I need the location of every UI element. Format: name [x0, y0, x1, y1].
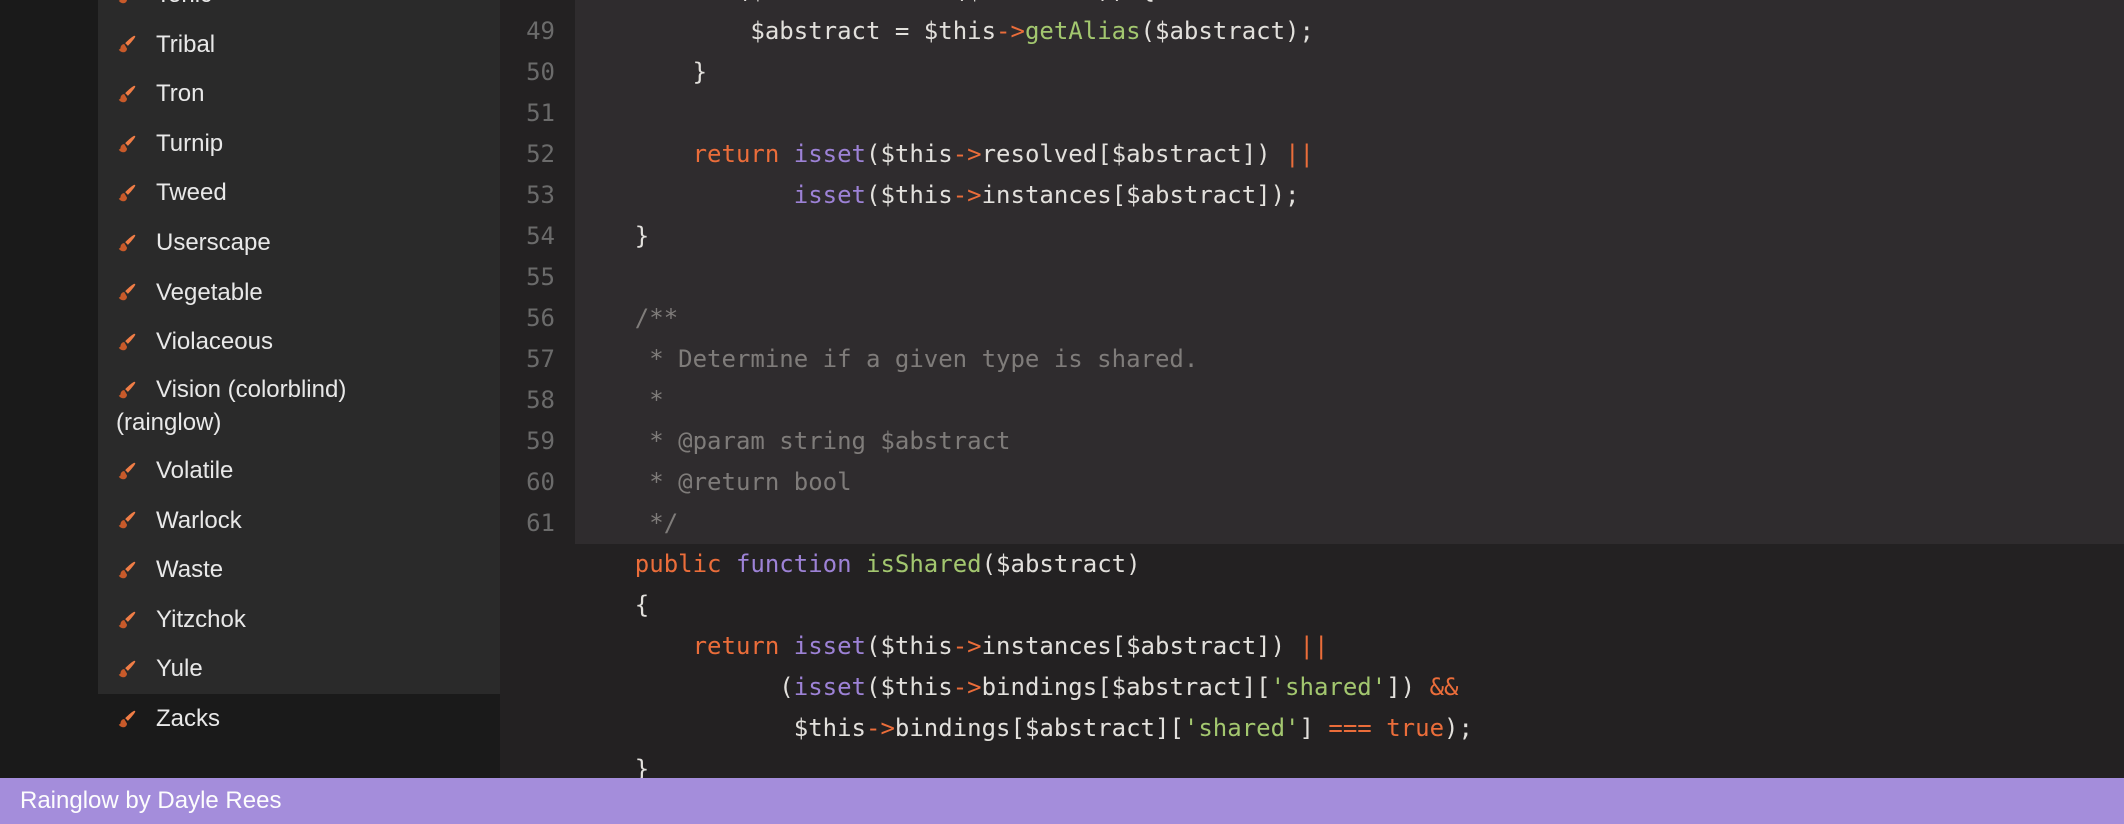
theme-label: Warlock: [156, 504, 242, 538]
gutter-line: 59: [500, 421, 555, 462]
theme-label: Volatile: [156, 454, 233, 488]
theme-item[interactable]: Turnip: [98, 119, 500, 169]
code-line[interactable]: return isset($this->instances[$abstract]…: [575, 626, 2124, 667]
theme-label: Waste: [156, 553, 223, 587]
theme-item[interactable]: Tweed: [98, 168, 500, 218]
code-line[interactable]: [575, 257, 2124, 298]
gutter-line: 58: [500, 380, 555, 421]
gutter-line: [500, 708, 555, 749]
code-line[interactable]: }: [575, 52, 2124, 93]
gutter-line: [500, 667, 555, 708]
theme-item[interactable]: Vision (colorblind)(rainglow): [98, 367, 500, 446]
code-line[interactable]: */: [575, 503, 2124, 544]
theme-label: Tron: [156, 77, 204, 111]
code-line[interactable]: }: [575, 749, 2124, 778]
code-line[interactable]: * @return bool: [575, 462, 2124, 503]
theme-label: Userscape: [156, 226, 271, 260]
code-line[interactable]: $abstract = $this->getAlias($abstract);: [575, 11, 2124, 52]
code-line[interactable]: return isset($this->resolved[$abstract])…: [575, 134, 2124, 175]
theme-item[interactable]: Yitzchok: [98, 595, 500, 645]
gutter-line: 57: [500, 339, 555, 380]
paintbrush-icon: [116, 658, 138, 680]
theme-label: Violaceous: [156, 325, 273, 359]
paintbrush-icon: [116, 559, 138, 581]
line-gutter: 4849505152535455565758596061: [500, 0, 575, 778]
gutter-line: [500, 544, 555, 585]
code-line[interactable]: * @param string $abstract: [575, 421, 2124, 462]
gutter-line: 61: [500, 503, 555, 544]
theme-item[interactable]: Yule: [98, 644, 500, 694]
theme-label: Vision (colorblind): [156, 373, 346, 407]
code-area[interactable]: if ($this->isAlias($abstract)) { $abstra…: [575, 0, 2124, 778]
gutter-line: 55: [500, 257, 555, 298]
theme-label: Yule: [156, 652, 203, 686]
status-bar: Rainglow by Dayle Rees: [0, 778, 2124, 824]
paintbrush-icon: [116, 609, 138, 631]
paintbrush-icon: [116, 460, 138, 482]
code-line[interactable]: {: [575, 585, 2124, 626]
paintbrush-icon: [116, 182, 138, 204]
status-text: Rainglow by Dayle Rees: [20, 787, 281, 815]
paintbrush-icon: [116, 33, 138, 55]
app-root: Tonic Tribal Tron Turnip Tweed Userscape Veget…: [0, 0, 2124, 824]
theme-item[interactable]: Tron: [98, 69, 500, 119]
theme-label: Tweed: [156, 176, 227, 210]
theme-item[interactable]: Zacks: [98, 694, 500, 744]
paintbrush-icon: [116, 379, 138, 401]
theme-item[interactable]: Volatile: [98, 446, 500, 496]
main: Tonic Tribal Tron Turnip Tweed Userscape Veget…: [0, 0, 2124, 778]
gutter-line: 51: [500, 93, 555, 134]
gutter-line: 56: [500, 298, 555, 339]
gutter-line: 49: [500, 11, 555, 52]
gutter-line: 60: [500, 462, 555, 503]
paintbrush-icon: [116, 83, 138, 105]
theme-label: Tonic: [156, 0, 212, 12]
theme-item[interactable]: Userscape: [98, 218, 500, 268]
theme-sublabel: (rainglow): [116, 406, 482, 440]
code-line[interactable]: $this->bindings[$abstract]['shared'] ===…: [575, 708, 2124, 749]
code-line[interactable]: * Determine if a given type is shared.: [575, 339, 2124, 380]
gutter-line: [500, 626, 555, 667]
gutter-line: 53: [500, 175, 555, 216]
sidebar-spacer: [98, 744, 500, 779]
gutter-line: 52: [500, 134, 555, 175]
theme-item[interactable]: Violaceous: [98, 317, 500, 367]
paintbrush-icon: [116, 133, 138, 155]
code-line[interactable]: [575, 93, 2124, 134]
gutter-line: 50: [500, 52, 555, 93]
theme-label: Turnip: [156, 127, 223, 161]
code-line[interactable]: (isset($this->bindings[$abstract]['share…: [575, 667, 2124, 708]
code-line[interactable]: if ($this->isAlias($abstract)) {: [575, 0, 2124, 11]
paintbrush-icon: [116, 281, 138, 303]
theme-sidebar[interactable]: Tonic Tribal Tron Turnip Tweed Userscape Veget…: [0, 0, 500, 778]
code-line[interactable]: public function isShared($abstract): [575, 544, 2124, 585]
theme-label: Yitzchok: [156, 603, 246, 637]
theme-item[interactable]: Tonic: [98, 0, 500, 20]
gutter-line: 48: [500, 0, 555, 11]
theme-list: Tonic Tribal Tron Turnip Tweed Userscape Veget…: [98, 0, 500, 744]
paintbrush-icon: [116, 509, 138, 531]
code-line[interactable]: *: [575, 380, 2124, 421]
theme-item[interactable]: Warlock: [98, 496, 500, 546]
code-line[interactable]: isset($this->instances[$abstract]);: [575, 175, 2124, 216]
paintbrush-icon: [116, 331, 138, 353]
theme-label: Tribal: [156, 28, 215, 62]
theme-item[interactable]: Tribal: [98, 20, 500, 70]
gutter-line: [500, 585, 555, 626]
theme-label: Zacks: [156, 702, 220, 736]
theme-item[interactable]: Vegetable: [98, 268, 500, 318]
gutter-line: [500, 749, 555, 778]
gutter-line: 54: [500, 216, 555, 257]
theme-item[interactable]: Waste: [98, 545, 500, 595]
paintbrush-icon: [116, 232, 138, 254]
theme-label: Vegetable: [156, 276, 263, 310]
code-line[interactable]: }: [575, 216, 2124, 257]
code-line[interactable]: /**: [575, 298, 2124, 339]
code-editor[interactable]: 4849505152535455565758596061 if ($this->…: [500, 0, 2124, 778]
paintbrush-icon: [116, 0, 138, 6]
paintbrush-icon: [116, 708, 138, 730]
